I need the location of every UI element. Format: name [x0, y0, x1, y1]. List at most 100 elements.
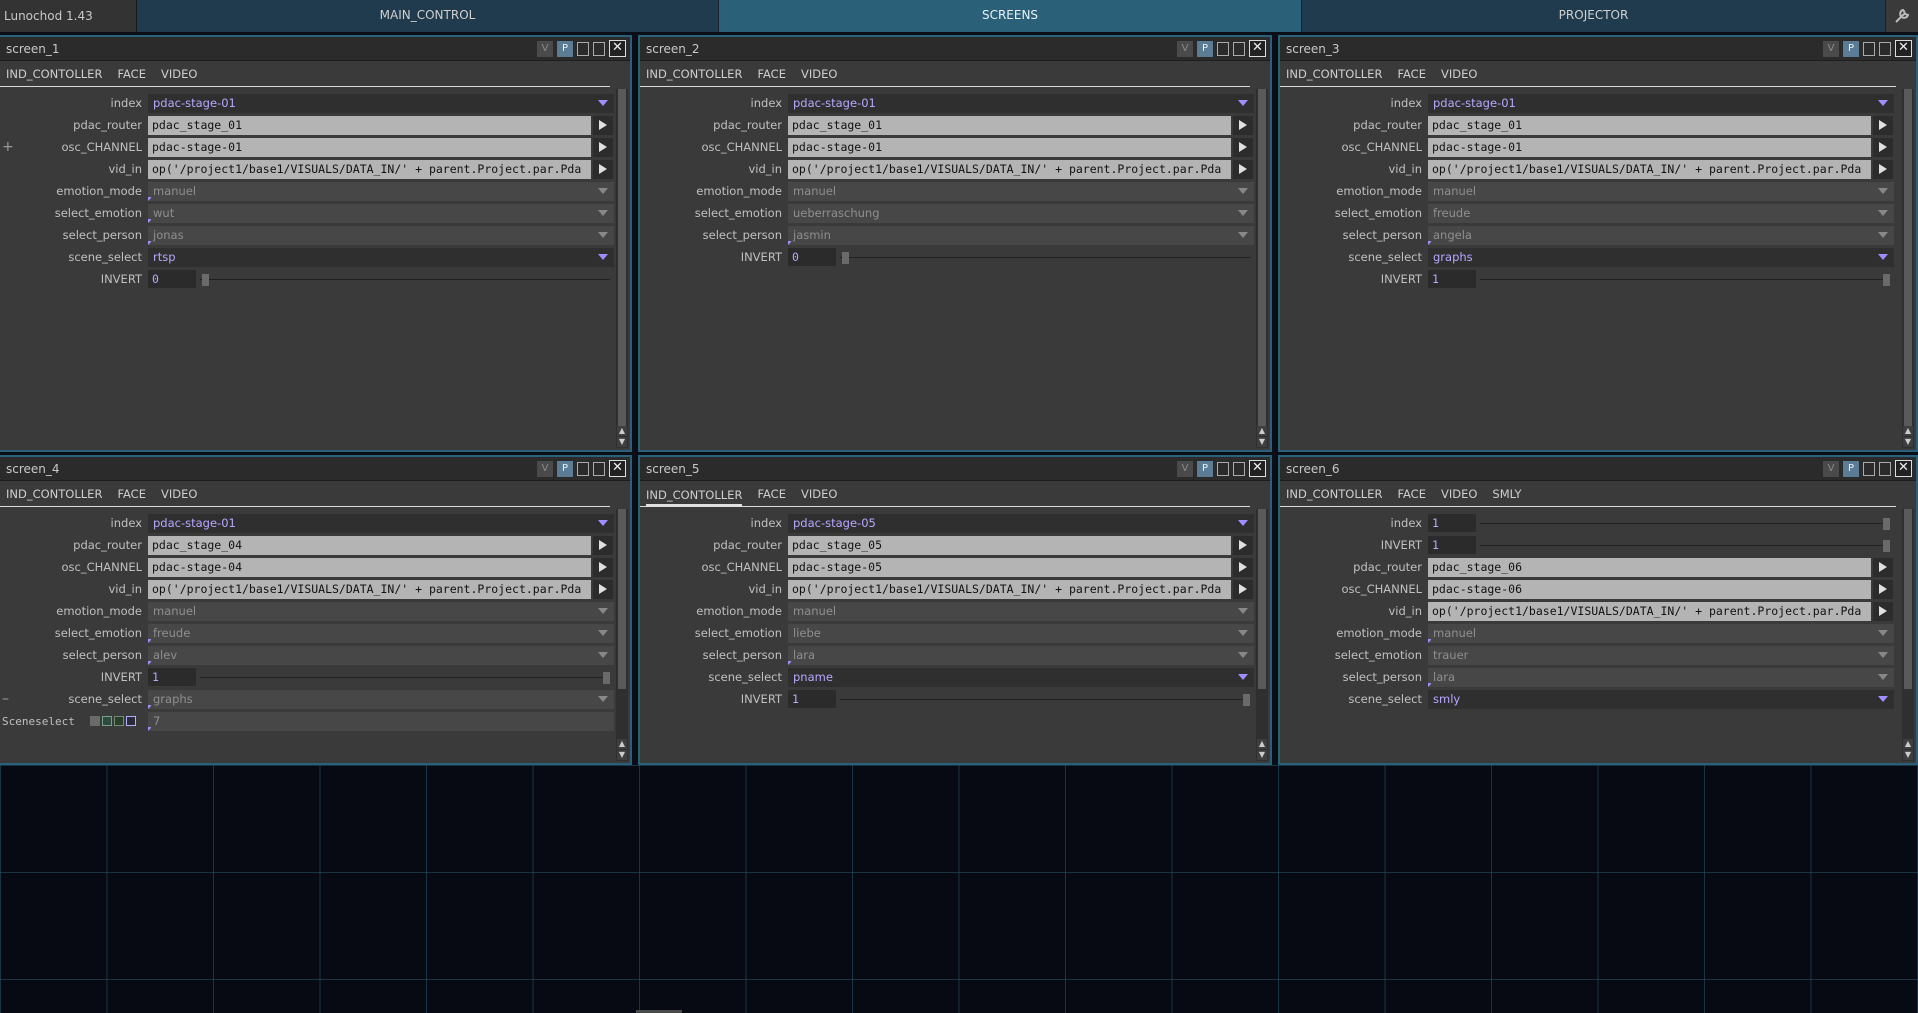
slider-handle[interactable]	[1883, 273, 1890, 286]
subtab-face[interactable]: FACE	[1397, 62, 1426, 85]
pdac-router-field[interactable]: pdac_stage_01	[788, 115, 1231, 135]
select-person-menu[interactable]: lara	[788, 645, 1254, 665]
parameter-toggle-button[interactable]: P	[557, 40, 573, 57]
color-swatches[interactable]	[90, 716, 148, 726]
subtab-face[interactable]: FACE	[757, 482, 786, 505]
subtab-ind-controller[interactable]: IND_CONTOLLER	[6, 482, 102, 505]
emotion-mode-menu[interactable]: manuel	[788, 181, 1254, 201]
invert-slider[interactable]	[840, 698, 1250, 700]
panel-scrollbar[interactable]: ▲ ▼	[1902, 89, 1914, 448]
slider-handle[interactable]	[842, 251, 849, 264]
slider-handle[interactable]	[1883, 517, 1890, 530]
select-person-menu[interactable]: angela	[1428, 225, 1894, 245]
scroll-up-icon[interactable]: ▲	[1903, 426, 1913, 436]
play-arrow-icon[interactable]	[1873, 159, 1893, 179]
play-arrow-icon[interactable]	[1233, 557, 1253, 577]
index-menu[interactable]: pdac-stage-01	[1428, 93, 1894, 113]
play-arrow-icon[interactable]	[1873, 579, 1893, 599]
subtab-ind-controller[interactable]: IND_CONTOLLER	[646, 483, 743, 507]
play-arrow-icon[interactable]	[1873, 601, 1893, 621]
close-button[interactable]: ✕	[1249, 460, 1266, 477]
vid-in-field[interactable]: op('/project1/base1/VISUALS/DATA_IN/' + …	[788, 579, 1231, 599]
viewer-toggle-button[interactable]: V	[1177, 460, 1193, 477]
document-icon[interactable]	[1879, 461, 1891, 476]
osc-channel-field[interactable]: pdac-stage-06	[1428, 579, 1871, 599]
subtab-smly[interactable]: SMLY	[1492, 482, 1521, 505]
scroll-down-icon[interactable]: ▼	[1903, 750, 1913, 760]
viewer-toggle-button[interactable]: V	[1177, 40, 1193, 57]
select-emotion-menu[interactable]: ueberraschung	[788, 203, 1254, 223]
panel-scrollbar[interactable]: ▲ ▼	[1902, 509, 1914, 761]
play-arrow-icon[interactable]	[593, 137, 613, 157]
osc-channel-field[interactable]: pdac-stage-01	[1428, 137, 1871, 157]
scroll-down-icon[interactable]: ▼	[617, 437, 627, 447]
play-arrow-icon[interactable]	[1233, 115, 1253, 135]
scroll-up-icon[interactable]: ▲	[617, 426, 627, 436]
osc-channel-field[interactable]: pdac-stage-05	[788, 557, 1231, 577]
parameter-toggle-button[interactable]: P	[1843, 460, 1859, 477]
wrench-icon[interactable]	[1886, 0, 1918, 32]
scene-select-menu[interactable]: rtsp	[148, 247, 614, 267]
play-arrow-icon[interactable]	[593, 159, 613, 179]
panel-scrollbar[interactable]: ▲ ▼	[616, 89, 628, 448]
document-icon[interactable]	[1879, 41, 1891, 56]
index-menu[interactable]: pdac-stage-05	[788, 513, 1254, 533]
swatch-green[interactable]	[102, 716, 112, 726]
panel-scrollbar[interactable]: ▲ ▼	[1256, 509, 1268, 761]
scroll-up-icon[interactable]: ▲	[617, 739, 627, 749]
invert-value-field[interactable]: 1	[1428, 269, 1476, 288]
slider-handle[interactable]	[202, 273, 209, 286]
select-emotion-menu[interactable]: trauer	[1428, 645, 1894, 665]
invert-value-field[interactable]: 0	[148, 269, 196, 288]
osc-channel-field[interactable]: pdac-stage-01	[788, 137, 1231, 157]
play-arrow-icon[interactable]	[1873, 137, 1893, 157]
slider-handle[interactable]	[603, 671, 610, 684]
index-value-field[interactable]: 1	[1428, 513, 1476, 532]
play-arrow-icon[interactable]	[1873, 557, 1893, 577]
close-button[interactable]: ✕	[1249, 40, 1266, 57]
subtab-video[interactable]: VIDEO	[1441, 62, 1477, 85]
play-arrow-icon[interactable]	[1233, 535, 1253, 555]
vid-in-field[interactable]: op('/project1/base1/VISUALS/DATA_IN/' + …	[148, 159, 591, 179]
invert-slider[interactable]	[1480, 544, 1890, 546]
scene-select-menu[interactable]: graphs	[148, 689, 614, 709]
play-arrow-icon[interactable]	[1233, 137, 1253, 157]
subtab-video[interactable]: VIDEO	[1441, 482, 1477, 505]
vid-in-field[interactable]: op('/project1/base1/VISUALS/DATA_IN/' + …	[1428, 601, 1871, 621]
select-person-menu[interactable]: jasmin	[788, 225, 1254, 245]
subtab-video[interactable]: VIDEO	[801, 62, 837, 85]
scroll-up-icon[interactable]: ▲	[1257, 426, 1267, 436]
scroll-down-icon[interactable]: ▼	[617, 750, 627, 760]
subtab-video[interactable]: VIDEO	[161, 62, 197, 85]
document-icon[interactable]	[593, 41, 605, 56]
pdac-router-field[interactable]: pdac_stage_01	[148, 115, 591, 135]
close-button[interactable]: ✕	[1895, 40, 1912, 57]
viewer-toggle-button[interactable]: V	[537, 460, 553, 477]
subtab-ind-controller[interactable]: IND_CONTOLLER	[1286, 62, 1382, 85]
emotion-mode-menu[interactable]: manuel	[788, 601, 1254, 621]
document-icon[interactable]	[1233, 41, 1245, 56]
play-arrow-icon[interactable]	[1233, 159, 1253, 179]
slider-handle[interactable]	[1883, 539, 1890, 552]
invert-value-field[interactable]: 0	[788, 247, 836, 266]
play-arrow-icon[interactable]	[1873, 115, 1893, 135]
scroll-up-icon[interactable]: ▲	[1257, 739, 1267, 749]
play-arrow-icon[interactable]	[593, 557, 613, 577]
invert-slider[interactable]	[840, 256, 1250, 258]
viewer-toggle-button[interactable]: V	[1823, 460, 1839, 477]
select-emotion-menu[interactable]: freude	[1428, 203, 1894, 223]
invert-slider[interactable]	[1480, 278, 1890, 280]
scroll-down-icon[interactable]: ▼	[1903, 437, 1913, 447]
tab-projector[interactable]: PROJECTOR	[1302, 0, 1886, 32]
invert-value-field[interactable]: 1	[788, 689, 836, 708]
viewer-toggle-button[interactable]: V	[1823, 40, 1839, 57]
invert-slider[interactable]	[200, 676, 610, 678]
invert-value-field[interactable]: 1	[148, 667, 196, 686]
subtab-ind-controller[interactable]: IND_CONTOLLER	[1286, 482, 1382, 505]
copy-icon[interactable]	[577, 41, 589, 56]
viewer-toggle-button[interactable]: V	[537, 40, 553, 57]
scroll-up-icon[interactable]: ▲	[1903, 739, 1913, 749]
copy-icon[interactable]	[577, 461, 589, 476]
tab-main-control[interactable]: MAIN_CONTROL	[137, 0, 719, 32]
pdac-router-field[interactable]: pdac_stage_05	[788, 535, 1231, 555]
